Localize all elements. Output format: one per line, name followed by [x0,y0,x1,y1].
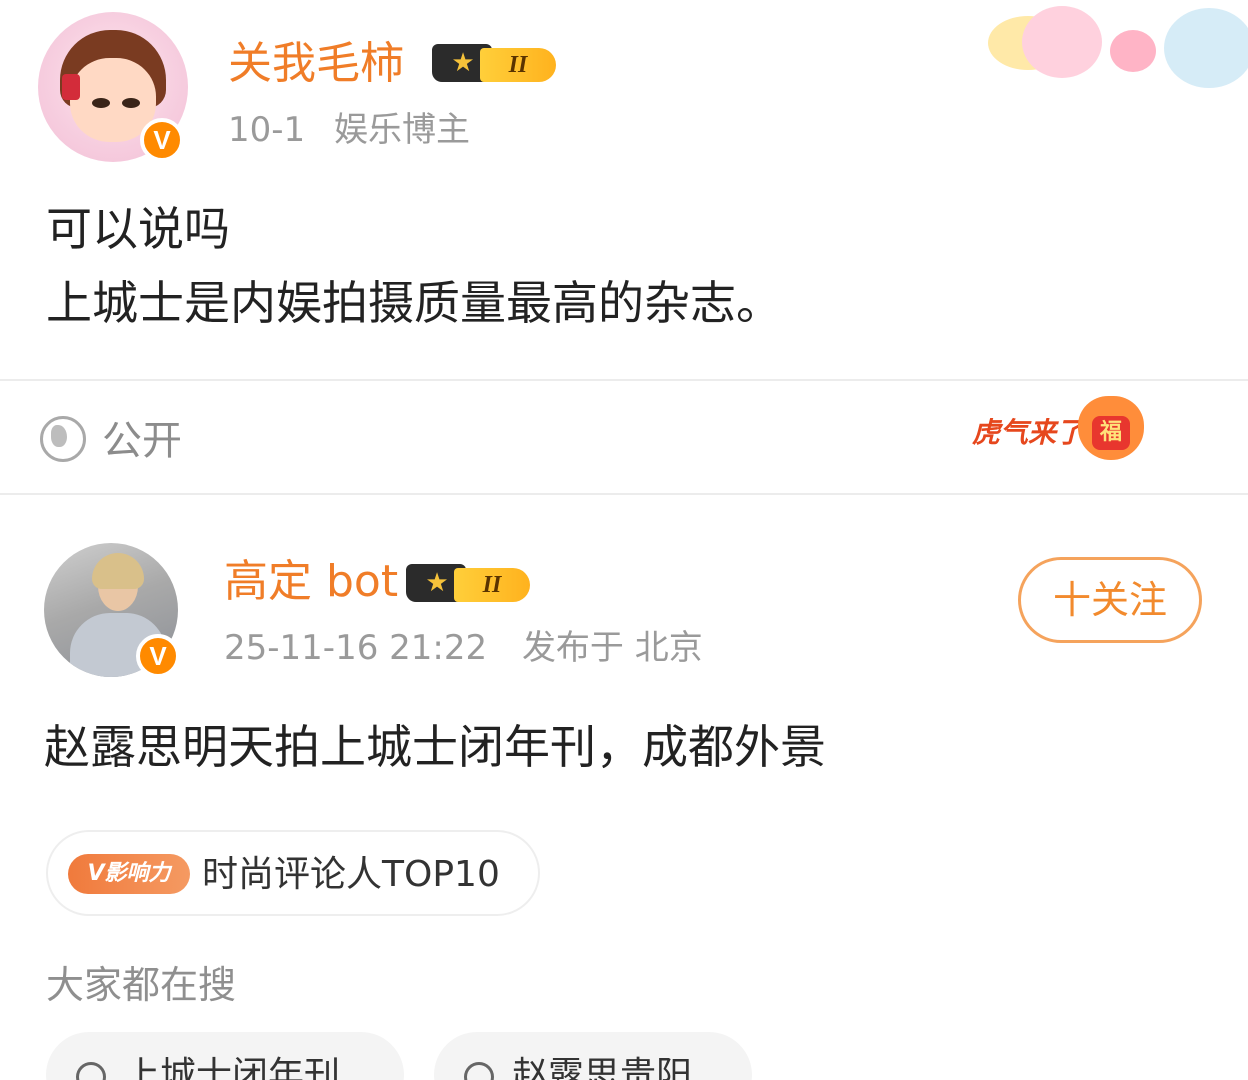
search-chip[interactable]: 赵露思贵阳 [434,1032,752,1080]
influence-text: 时尚评论人TOP10 [202,854,500,895]
avatar-eye [122,98,140,108]
sticker-text: 虎气来了 [972,416,1085,449]
visibility-label[interactable]: 公开 [102,418,182,464]
paw-icon: 福 [1078,396,1144,460]
tiger-sticker: 虎气来了 福 [972,388,1152,468]
username[interactable]: 关我毛柿 [228,38,404,90]
avatar-bow [62,74,80,100]
post-timestamp: 25-11-16 21:22 [224,628,488,668]
date-text: 10-1 [228,110,306,150]
post-content: 赵露思明天拍上城士闭年刊，成都外景 [44,720,826,774]
level-badge: II [480,48,556,82]
level-badge: II [454,568,530,602]
globe-icon [40,416,86,462]
search-chip[interactable]: 上城士闭年刊 [46,1032,404,1080]
decorative-sticker-icon [988,0,1248,100]
search-chip-label: 上城士闭年刊 [124,1055,341,1080]
search-icon [464,1062,494,1080]
member-crown-badge[interactable]: ★ II [406,560,530,604]
visibility-row: 公开 虎气来了 福 [0,382,1248,494]
avatar-eye [92,98,110,108]
user-tag: 娱乐博主 [333,110,470,150]
search-icon [76,1062,106,1080]
avatar-hair [92,553,144,589]
post-content-line: 可以说吗 [46,202,230,256]
member-crown-badge[interactable]: ★ II [432,40,556,84]
divider [0,493,1248,495]
trending-search-title: 大家都在搜 [46,963,237,1007]
post-meta: 25-11-16 21:22 发布于 北京 [224,628,703,668]
v-influence-icon: V影响力 [68,854,190,894]
paw-pad-text: 福 [1092,416,1130,450]
follow-button[interactable]: 十关注 [1018,557,1202,643]
post-date: 10-1 娱乐博主 [228,110,470,150]
influence-badge[interactable]: V影响力 时尚评论人TOP10 [46,830,540,916]
post-location: 发布于 北京 [521,628,703,668]
username[interactable]: 高定 bot [224,556,398,608]
star-icon: ★ [425,568,449,598]
divider [0,379,1248,381]
post-content-line: 上城士是内娱拍摄质量最高的杂志。 [46,276,782,330]
verified-badge-icon: V [140,118,184,162]
verified-badge-icon: V [136,634,180,678]
star-icon: ★ [451,48,475,78]
post-quoted: V 关我毛柿 ★ II 10-1 娱乐博主 可以说吗 上城士是内娱拍摄质量最高的… [0,0,1248,380]
search-chip-label: 赵露思贵阳 [512,1055,693,1080]
